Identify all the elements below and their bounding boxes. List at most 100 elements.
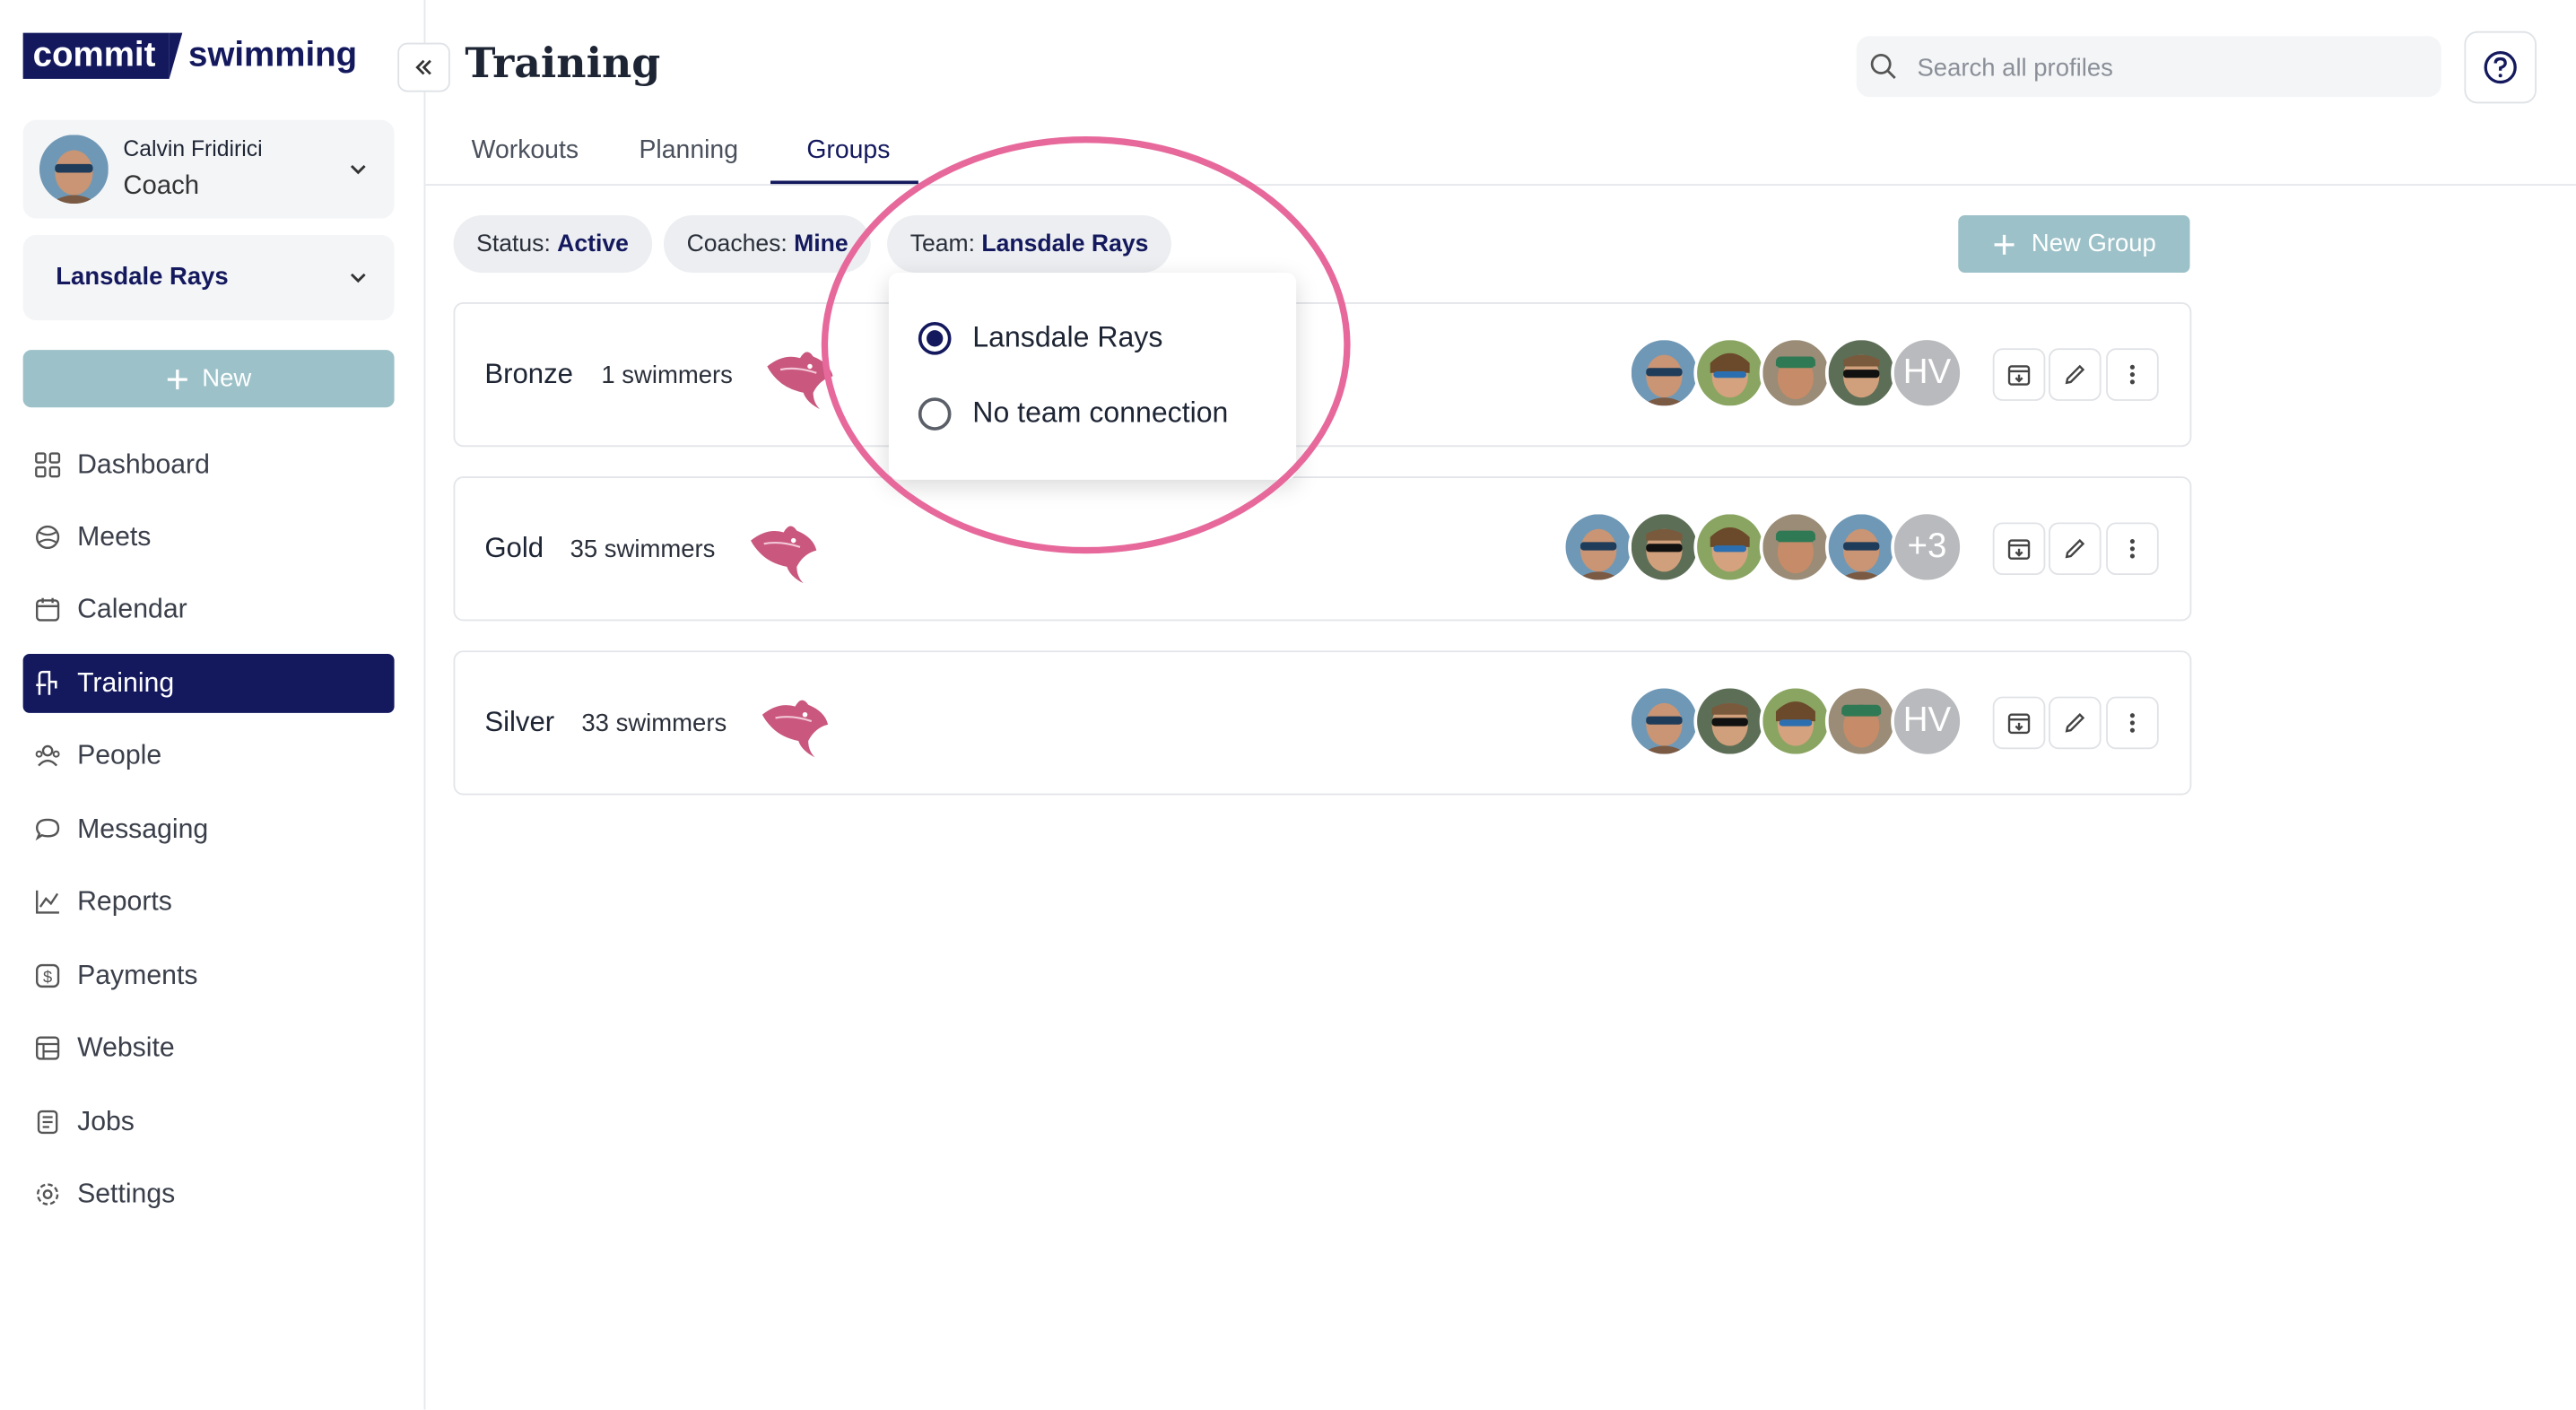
avatar: [1759, 336, 1832, 410]
team-option-no-team[interactable]: No team connection: [918, 396, 1228, 430]
team-switcher[interactable]: Lansdale Rays: [22, 234, 395, 321]
sidebar-item-label: Payments: [77, 960, 198, 990]
pencil-icon: [2065, 364, 2085, 385]
avatar: [1824, 684, 1898, 758]
chevron-down-icon: [350, 273, 366, 283]
archive-icon: [2007, 713, 2031, 735]
avatar-overflow-count: +3: [1891, 510, 1963, 584]
sidebar-item-dashboard[interactable]: Dashboard: [23, 435, 395, 494]
group-member-avatars[interactable]: HV: [1628, 336, 1963, 410]
team-filter-chip[interactable]: Team: Lansdale Rays: [887, 214, 1172, 274]
pencil-icon: [2065, 713, 2085, 733]
group-member-avatars[interactable]: +3: [1562, 510, 1963, 584]
team-ray-logo-icon: [759, 692, 831, 757]
sidebar-item-label: Meets: [77, 521, 152, 552]
sidebar-item-website[interactable]: Website: [23, 1019, 395, 1078]
avatar: [1759, 510, 1832, 584]
jobs-icon: [34, 1109, 60, 1135]
coaches-filter-value: Mine: [794, 231, 849, 257]
sidebar-item-messaging[interactable]: Messaging: [23, 800, 395, 859]
avatar: [1628, 336, 1701, 410]
sidebar-item-reports[interactable]: Reports: [23, 873, 395, 932]
sidebar-item-meets[interactable]: Meets: [23, 508, 395, 567]
radio-selected[interactable]: [918, 321, 952, 354]
status-filter-value: Active: [557, 231, 629, 257]
chevron-down-icon: [350, 164, 366, 175]
archive-button[interactable]: [1992, 696, 2046, 750]
archive-button[interactable]: [1992, 348, 2046, 401]
team-ray-logo-icon: [764, 344, 837, 409]
pencil-icon: [2065, 538, 2085, 559]
group-row-silver[interactable]: Silver 33 swimmers HV: [453, 650, 2192, 796]
sidebar-item-label: Calendar: [77, 594, 187, 624]
sidebar-item-settings[interactable]: Settings: [23, 1165, 395, 1224]
messaging-icon: [34, 816, 60, 842]
team-option-lansdale-rays[interactable]: Lansdale Rays: [918, 320, 1163, 354]
group-name: Gold: [484, 532, 544, 564]
sidebar-item-training[interactable]: Training: [22, 653, 395, 713]
website-icon: [34, 1035, 60, 1061]
plus-icon: [167, 369, 187, 389]
team-name: Lansdale Rays: [56, 263, 229, 292]
group-swimmer-count: 35 swimmers: [570, 535, 716, 564]
group-name: Silver: [484, 706, 555, 738]
commit-swimming-logo[interactable]: commit swimming: [22, 32, 358, 79]
tab-planning[interactable]: Planning: [639, 136, 737, 166]
team-ray-logo-icon: [747, 518, 820, 583]
new-group-label: New Group: [2031, 230, 2156, 258]
group-member-avatars[interactable]: HV: [1628, 684, 1963, 758]
help-button[interactable]: [2464, 30, 2537, 104]
sidebar-item-label: Dashboard: [77, 448, 210, 479]
tabs-divider: [425, 184, 2576, 186]
more-options-button[interactable]: [2106, 522, 2159, 576]
group-row-bronze[interactable]: Bronze 1 swimmers HV: [453, 302, 2192, 448]
more-vertical-icon: [2129, 713, 2135, 733]
avatar: [1693, 336, 1766, 410]
sidebar: commit swimming Calvin Fridirici Coach L…: [0, 0, 426, 1410]
sidebar-item-payments[interactable]: $ Payments: [23, 946, 395, 1005]
archive-button[interactable]: [1992, 522, 2046, 576]
collapse-sidebar-button[interactable]: [397, 42, 450, 92]
avatar: [1693, 684, 1766, 758]
radio-unselected[interactable]: [918, 396, 952, 430]
sidebar-item-label: Reports: [77, 886, 172, 917]
user-switcher[interactable]: Calvin Fridirici Coach: [22, 119, 395, 219]
edit-button[interactable]: [2049, 348, 2102, 401]
status-filter-chip[interactable]: Status: Active: [453, 214, 652, 274]
new-group-button[interactable]: New Group: [1958, 214, 2190, 274]
edit-button[interactable]: [2049, 522, 2102, 576]
search-input[interactable]: [1913, 48, 2414, 86]
logo-commit-text: commit: [22, 32, 182, 79]
sidebar-item-people[interactable]: People: [23, 727, 395, 786]
payments-icon: $: [34, 962, 60, 988]
team-filter-value: Lansdale Rays: [981, 231, 1149, 257]
status-filter-key: Status:: [476, 231, 551, 257]
meets-icon: [34, 524, 60, 550]
group-name: Bronze: [484, 358, 573, 390]
group-swimmer-count: 33 swimmers: [581, 709, 727, 738]
sidebar-item-jobs[interactable]: Jobs: [23, 1092, 395, 1152]
avatar: [1628, 510, 1701, 584]
double-chevron-left-icon: [415, 59, 431, 75]
plus-icon: [1993, 234, 2014, 254]
tab-groups[interactable]: Groups: [806, 136, 890, 166]
search-bar[interactable]: [1856, 36, 2441, 98]
search-icon: [1870, 53, 1896, 79]
coaches-filter-chip[interactable]: Coaches: Mine: [663, 214, 872, 274]
new-button-label: New: [202, 364, 252, 393]
sidebar-item-calendar[interactable]: Calendar: [23, 580, 395, 640]
settings-icon: [34, 1181, 60, 1207]
tab-workouts[interactable]: Workouts: [472, 136, 579, 166]
user-role: Coach: [123, 172, 200, 201]
team-option-label: Lansdale Rays: [972, 320, 1163, 353]
new-button[interactable]: New: [22, 350, 395, 408]
group-row-gold[interactable]: Gold 35 swimmers +3: [453, 476, 2192, 622]
edit-button[interactable]: [2049, 696, 2102, 750]
more-options-button[interactable]: [2106, 696, 2159, 750]
more-vertical-icon: [2129, 538, 2135, 559]
avatar: [1562, 510, 1635, 584]
page-title: Training: [465, 39, 661, 88]
group-swimmer-count: 1 swimmers: [601, 361, 733, 390]
avatar: [1693, 510, 1766, 584]
more-options-button[interactable]: [2106, 348, 2159, 401]
